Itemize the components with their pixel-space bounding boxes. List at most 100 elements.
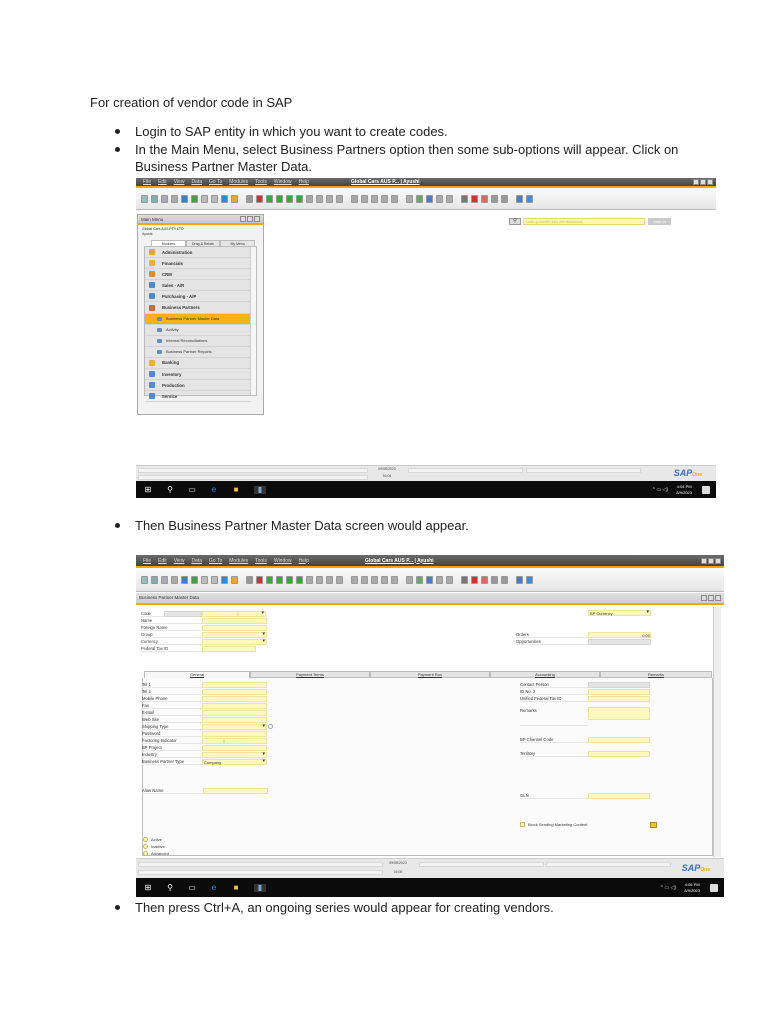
next-record-icon[interactable] bbox=[286, 194, 293, 203]
filter-icon[interactable] bbox=[316, 194, 323, 203]
business-partner-type-field[interactable]: Company bbox=[202, 758, 267, 765]
tel-1-field[interactable] bbox=[202, 681, 267, 688]
e-mail-field[interactable] bbox=[202, 709, 267, 716]
export-icon[interactable] bbox=[171, 194, 178, 203]
menu-tools[interactable]: Tools bbox=[255, 558, 267, 564]
scrollbar[interactable] bbox=[713, 607, 721, 857]
report-icon[interactable] bbox=[471, 575, 478, 584]
window-icon[interactable] bbox=[516, 575, 523, 584]
menu-item-crm[interactable]: CRM bbox=[145, 269, 251, 281]
bp-currency-select[interactable]: BP Currency bbox=[588, 610, 651, 616]
form-icon[interactable] bbox=[231, 575, 238, 584]
main-menu-window-controls[interactable] bbox=[240, 216, 260, 222]
group-field[interactable] bbox=[202, 631, 267, 638]
sort-icon[interactable] bbox=[326, 575, 333, 584]
task-view-icon[interactable]: ▭ bbox=[188, 485, 196, 494]
users-icon[interactable] bbox=[501, 194, 508, 203]
industry-field[interactable] bbox=[202, 751, 267, 758]
windows-start-icon[interactable]: ⊞ bbox=[144, 883, 152, 892]
first-record-icon[interactable] bbox=[266, 194, 273, 203]
radio-inactive[interactable]: Inactive bbox=[143, 843, 169, 850]
internet-explorer-icon[interactable]: e bbox=[210, 883, 218, 892]
excel-icon[interactable] bbox=[191, 575, 198, 584]
print-icon[interactable] bbox=[151, 575, 158, 584]
menu-go-to[interactable]: Go To bbox=[209, 558, 222, 564]
radio-advanced[interactable]: Advanced bbox=[143, 850, 169, 857]
remarks-field[interactable] bbox=[588, 707, 650, 720]
menu-window[interactable]: Window bbox=[274, 558, 292, 564]
chat-icon[interactable] bbox=[446, 575, 453, 584]
code-series-select[interactable] bbox=[238, 610, 266, 617]
edit-icon[interactable] bbox=[406, 575, 413, 584]
window-controls[interactable] bbox=[693, 179, 713, 185]
tel-2-field[interactable] bbox=[202, 688, 267, 695]
next-record-icon[interactable] bbox=[286, 575, 293, 584]
tab-payment-terms[interactable]: Payment Terms bbox=[250, 671, 370, 678]
new-doc-icon[interactable] bbox=[416, 575, 423, 584]
last-record-icon[interactable] bbox=[296, 575, 303, 584]
search-icon[interactable]: ⚲ bbox=[509, 218, 521, 225]
menu-edit[interactable]: Edit bbox=[158, 179, 167, 185]
edit-icon[interactable] bbox=[406, 194, 413, 203]
stamp-icon[interactable] bbox=[371, 194, 378, 203]
paste-icon[interactable] bbox=[351, 575, 358, 584]
grid2-icon[interactable] bbox=[391, 194, 398, 203]
federal-tax-id-field[interactable] bbox=[202, 645, 256, 652]
web-site-field[interactable] bbox=[202, 716, 267, 723]
sap-taskbar-icon[interactable]: ▮ bbox=[254, 883, 266, 892]
orders-field[interactable]: 0.00 bbox=[588, 631, 651, 638]
search-icon[interactable]: ⚲ bbox=[166, 485, 174, 494]
foreign-name-field[interactable] bbox=[202, 624, 267, 631]
pdf-icon[interactable] bbox=[211, 575, 218, 584]
menu-data[interactable]: Data bbox=[191, 179, 202, 185]
word-icon[interactable] bbox=[201, 575, 208, 584]
territory-field[interactable] bbox=[588, 750, 650, 757]
paste-icon[interactable] bbox=[351, 194, 358, 203]
menu-file[interactable]: File bbox=[143, 558, 151, 564]
window-icon[interactable] bbox=[516, 194, 523, 203]
fax-field[interactable] bbox=[202, 702, 267, 709]
code-field[interactable] bbox=[202, 610, 238, 617]
file-explorer-icon[interactable]: ■ bbox=[232, 485, 240, 494]
tab-general[interactable]: General bbox=[144, 671, 250, 678]
factoring-indicator-field-2[interactable] bbox=[224, 737, 267, 744]
attach-icon[interactable] bbox=[426, 194, 433, 203]
refresh-icon[interactable] bbox=[306, 194, 313, 203]
menu-modules[interactable]: Modules bbox=[229, 179, 248, 185]
chart-icon[interactable] bbox=[481, 194, 488, 203]
menu-item-sales-a-r[interactable]: Sales - A/R bbox=[145, 280, 251, 292]
print-icon[interactable] bbox=[151, 194, 158, 203]
contact-person-field[interactable] bbox=[588, 681, 650, 688]
add-icon[interactable] bbox=[256, 194, 263, 203]
mobile-phone-field[interactable] bbox=[202, 695, 267, 702]
id-no-2-field[interactable] bbox=[588, 688, 650, 695]
export-icon[interactable] bbox=[171, 575, 178, 584]
grid-icon[interactable] bbox=[381, 575, 388, 584]
refresh-icon[interactable] bbox=[306, 575, 313, 584]
unified-federal-tax-id-field[interactable] bbox=[588, 695, 650, 702]
grid-icon[interactable] bbox=[381, 194, 388, 203]
briefcase-icon[interactable] bbox=[181, 575, 188, 584]
sap-taskbar-icon[interactable]: ▮ bbox=[254, 485, 266, 494]
currency-field[interactable] bbox=[202, 638, 267, 645]
menu-modules[interactable]: Modules bbox=[229, 558, 248, 564]
message-icon[interactable] bbox=[436, 575, 443, 584]
preview-icon[interactable] bbox=[141, 575, 148, 584]
help-icon[interactable] bbox=[526, 575, 533, 584]
radio-active[interactable]: Active bbox=[143, 836, 169, 843]
block-marketing-checkbox[interactable] bbox=[520, 822, 525, 827]
up-arrow-icon[interactable] bbox=[221, 194, 228, 203]
opportunities-field[interactable] bbox=[588, 638, 651, 645]
up-arrow-icon[interactable] bbox=[221, 575, 228, 584]
menu-item-financials[interactable]: Financials bbox=[145, 258, 251, 270]
stamp-icon[interactable] bbox=[371, 575, 378, 584]
factoring-indicator-field[interactable] bbox=[202, 737, 224, 744]
clock[interactable]: 4:05 PM 8/9/2023 bbox=[684, 882, 700, 894]
excel-icon[interactable] bbox=[191, 194, 198, 203]
new-doc-icon[interactable] bbox=[416, 194, 423, 203]
tab-payment-run[interactable]: Payment Run bbox=[370, 671, 490, 678]
grid2-icon[interactable] bbox=[391, 575, 398, 584]
menu-item-purchasing-a-p[interactable]: Purchasing - A/P bbox=[145, 291, 251, 303]
menu-window[interactable]: Window bbox=[274, 179, 292, 185]
menu-item-production[interactable]: Production bbox=[145, 380, 251, 392]
